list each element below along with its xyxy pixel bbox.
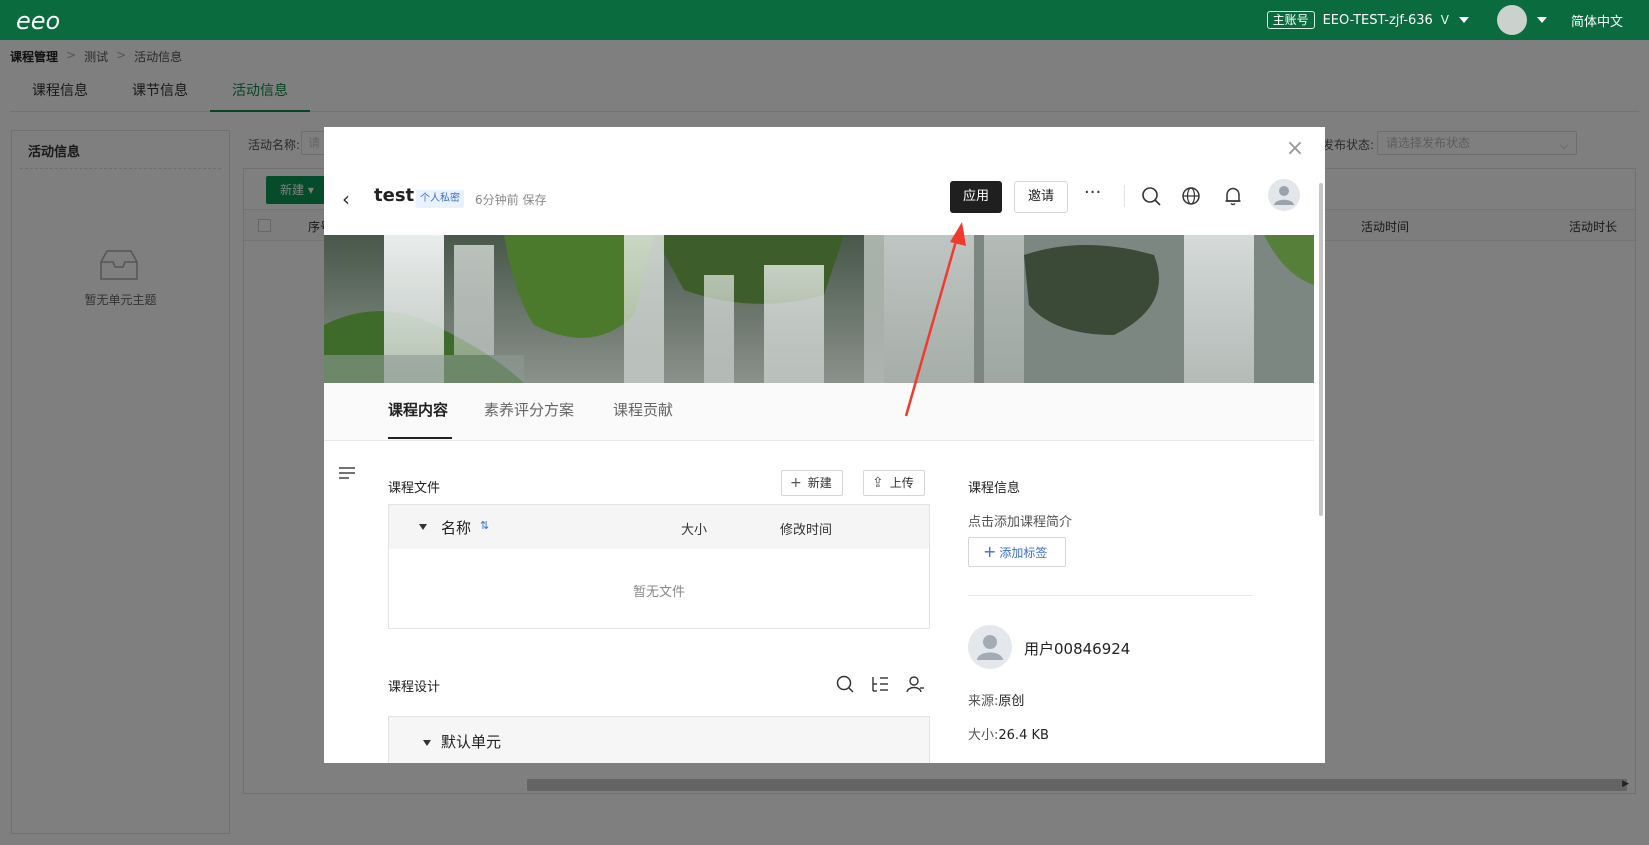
bell-icon[interactable] <box>1222 185 1244 207</box>
language-switch[interactable]: 简体中文 <box>1571 11 1623 30</box>
apply-button[interactable]: 应用 <box>950 181 1002 213</box>
vip-level: V <box>1440 13 1449 27</box>
course-info-title: 课程信息 <box>968 481 1021 496</box>
author-name: 用户00846924 <box>1024 640 1131 658</box>
privacy-tag: 个人私密 <box>416 190 464 208</box>
add-description-link[interactable]: 点击添加课程简介 <box>968 511 1072 530</box>
source-meta: 来源:原创 <box>968 694 1025 709</box>
collapse-triangle-icon[interactable] <box>423 740 431 746</box>
default-unit-label: 默认单元 <box>441 733 502 751</box>
file-table: 名称 ⇅ 大小 修改时间 暂无文件 <box>388 504 930 629</box>
course-detail-modal: × ‹ test 个人私密 6分钟前 保存 应用 邀请 ··· 课程内容 素养评… <box>324 127 1325 763</box>
svg-text:eeo: eeo <box>16 8 60 34</box>
author-avatar <box>968 625 1012 669</box>
size-meta: 大小:26.4 KB <box>968 728 1049 743</box>
account-type-badge: 主账号 <box>1266 11 1315 29</box>
sort-icon[interactable]: ⇅ <box>480 519 489 532</box>
top-bar: eeo 主账号 EEO-TEST-zjf-636 V 简体中文 <box>0 0 1649 40</box>
top-right-area: 主账号 EEO-TEST-zjf-636 V 简体中文 <box>1266 0 1649 40</box>
tab-course-contribution[interactable]: 课程贡献 <box>613 399 673 420</box>
search-icon[interactable] <box>1140 185 1162 207</box>
more-ellipsis-icon[interactable]: ··· <box>1084 183 1104 207</box>
course-cover-banner <box>324 235 1314 383</box>
search-icon[interactable] <box>835 674 855 694</box>
globe-icon[interactable] <box>1180 185 1202 207</box>
avatar-dropdown-caret-icon[interactable] <box>1536 17 1547 23</box>
new-file-button[interactable]: + 新建 <box>781 470 843 496</box>
back-arrow-icon[interactable]: ‹ <box>342 187 362 211</box>
tab-literacy-scoring[interactable]: 素养评分方案 <box>484 399 574 420</box>
user-manage-icon[interactable] <box>905 674 925 694</box>
course-design-title: 课程设计 <box>388 680 441 695</box>
user-avatar-icon[interactable] <box>1268 179 1300 211</box>
outline-list-icon[interactable] <box>870 674 890 694</box>
close-icon[interactable]: × <box>1285 138 1305 160</box>
vertical-scrollbar[interactable] <box>1319 183 1323 516</box>
tab-course-content[interactable]: 课程内容 <box>388 399 448 420</box>
user-avatar-top[interactable] <box>1496 5 1527 35</box>
column-size: 大小 <box>681 523 708 538</box>
default-unit-row[interactable]: 默认单元 <box>388 716 930 763</box>
course-files-title: 课程文件 <box>388 481 441 496</box>
modal-header: ‹ test 个人私密 6分钟前 保存 应用 邀请 ··· <box>324 179 1325 219</box>
content-tabs: 课程内容 素养评分方案 课程贡献 <box>324 383 1314 441</box>
annotation-arrow-icon <box>904 222 966 417</box>
account-dropdown-caret-icon[interactable] <box>1458 17 1469 23</box>
column-modified-time: 修改时间 <box>780 523 833 538</box>
account-name[interactable]: EEO-TEST-zjf-636 <box>1323 13 1433 28</box>
add-tag-button[interactable]: + 添加标签 <box>968 537 1066 567</box>
column-name[interactable]: 名称 <box>441 517 471 538</box>
course-title[interactable]: test <box>374 185 414 206</box>
invite-button[interactable]: 邀请 <box>1014 181 1068 213</box>
plus-icon: + <box>983 542 997 561</box>
plus-icon: + <box>790 475 802 491</box>
collapse-triangle-icon[interactable] <box>419 524 427 530</box>
outline-menu-icon[interactable] <box>338 465 356 481</box>
eeo-logo[interactable]: eeo <box>16 8 80 34</box>
upload-button[interactable]: ⇪ 上传 <box>863 470 925 496</box>
file-table-header: 名称 ⇅ 大小 修改时间 <box>389 505 929 549</box>
save-status: 6分钟前 保存 <box>475 193 547 207</box>
upload-icon: ⇪ <box>872 475 884 491</box>
no-files-text: 暂无文件 <box>632 585 685 600</box>
